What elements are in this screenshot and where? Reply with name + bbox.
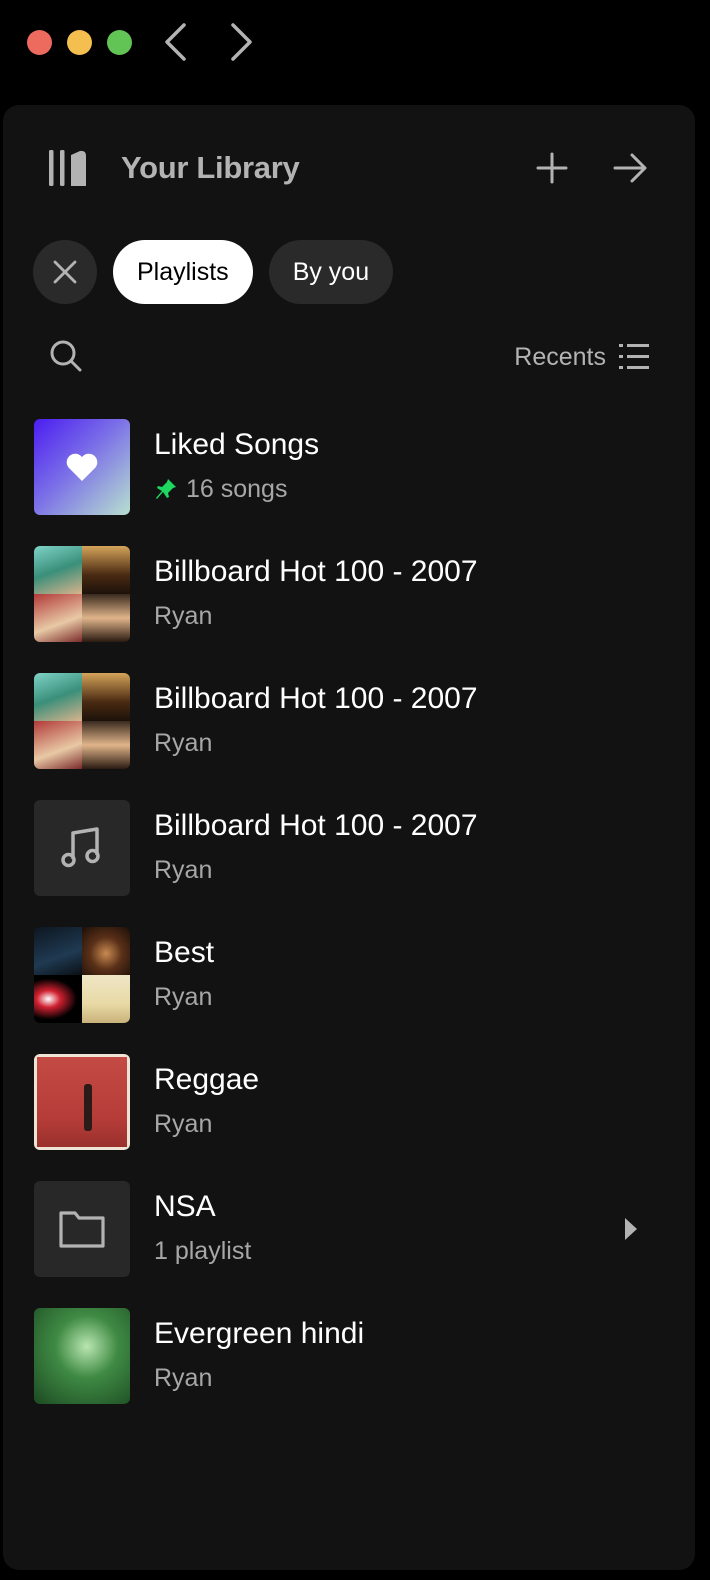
close-window-button[interactable]: [27, 30, 52, 55]
library-icon: [43, 143, 93, 193]
playlist-artwork: [34, 800, 130, 896]
list-item[interactable]: Liked Songs 16 songs: [34, 419, 674, 546]
search-icon: [50, 340, 82, 372]
back-button[interactable]: [157, 20, 193, 64]
list-item[interactable]: Evergreen hindi Ryan: [34, 1308, 674, 1435]
item-subtitle: Ryan: [154, 1364, 213, 1392]
sort-label: Recents: [514, 342, 606, 371]
create-playlist-button[interactable]: [529, 145, 575, 191]
playlist-artwork: [34, 927, 130, 1023]
list-item[interactable]: Billboard Hot 100 - 2007 Ryan: [34, 546, 674, 673]
library-list: Liked Songs 16 songs Billboard Hot 100 -…: [34, 419, 674, 1435]
playlist-artwork: [34, 1308, 130, 1404]
folder-icon: [59, 1211, 105, 1248]
item-subtitle: Ryan: [154, 602, 213, 630]
playlists-filter-chip[interactable]: Playlists: [113, 240, 253, 304]
playlist-artwork: [34, 1054, 130, 1150]
folder-artwork: [34, 1181, 130, 1277]
expand-library-button[interactable]: [608, 145, 654, 191]
item-subtitle: Ryan: [154, 729, 213, 757]
list-item[interactable]: NSA 1 playlist: [34, 1181, 674, 1308]
list-item[interactable]: Billboard Hot 100 - 2007 Ryan: [34, 800, 674, 927]
heart-icon: [66, 453, 98, 481]
item-title: Billboard Hot 100 - 2007: [154, 809, 478, 842]
list-icon: [619, 344, 649, 369]
list-item[interactable]: Billboard Hot 100 - 2007 Ryan: [34, 673, 674, 800]
pin-icon: [154, 477, 178, 501]
item-title: NSA: [154, 1190, 216, 1223]
close-icon: [53, 260, 77, 284]
chevron-left-icon: [165, 23, 186, 61]
item-title: Reggae: [154, 1063, 260, 1096]
caret-right-icon: [625, 1218, 637, 1240]
liked-songs-artwork: [34, 419, 130, 515]
filter-chips: Playlists By you: [33, 240, 394, 304]
chevron-right-icon: [231, 23, 252, 61]
your-library-button[interactable]: Your Library: [43, 143, 300, 193]
music-note-icon: [61, 827, 100, 868]
list-item[interactable]: Best Ryan: [34, 927, 674, 1054]
item-subtitle: 1 playlist: [154, 1237, 252, 1265]
item-subtitle: Ryan: [154, 856, 213, 884]
window-titlebar: [0, 0, 710, 100]
library-title: Your Library: [121, 150, 300, 185]
arrow-right-icon: [613, 153, 647, 183]
plus-icon: [536, 152, 568, 184]
item-title: Billboard Hot 100 - 2007: [154, 555, 478, 588]
item-title: Evergreen hindi: [154, 1317, 365, 1350]
zoom-window-button[interactable]: [107, 30, 132, 55]
playlist-artwork: [34, 546, 130, 642]
item-title: Best: [154, 936, 215, 969]
by-you-filter-chip[interactable]: By you: [268, 240, 394, 304]
item-subtitle: 16 songs: [186, 475, 288, 503]
library-header: Your Library: [3, 105, 695, 235]
forward-button[interactable]: [224, 20, 260, 64]
sort-button[interactable]: Recents: [514, 337, 650, 377]
item-subtitle: Ryan: [154, 983, 213, 1011]
item-subtitle: Ryan: [154, 1110, 213, 1138]
expand-folder-button[interactable]: [616, 1213, 646, 1245]
library-panel: Your Library Playlists By you Recents Li…: [3, 105, 695, 1570]
list-item[interactable]: Reggae Ryan: [34, 1054, 674, 1181]
item-title: Billboard Hot 100 - 2007: [154, 682, 478, 715]
playlist-artwork: [34, 673, 130, 769]
item-title: Liked Songs: [154, 428, 320, 461]
minimize-window-button[interactable]: [67, 30, 92, 55]
clear-filter-button[interactable]: [33, 240, 97, 304]
search-in-library-button[interactable]: [45, 335, 87, 377]
